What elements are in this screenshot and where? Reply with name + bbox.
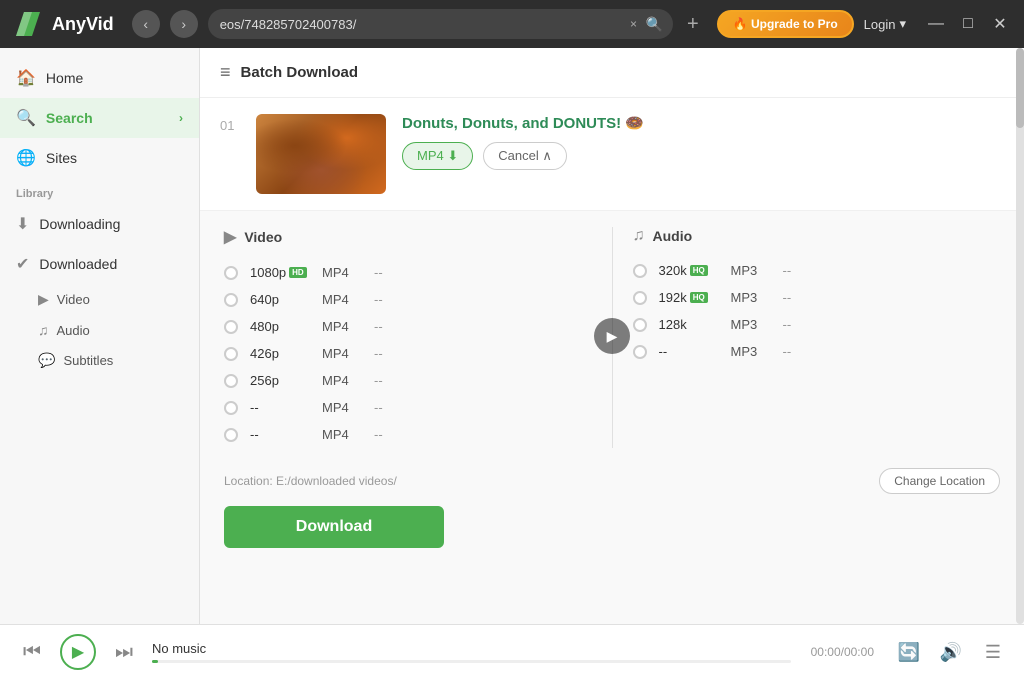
video-thumbnail: ▶ <box>256 114 386 194</box>
play-button[interactable]: ▶ <box>60 634 96 670</box>
url-container: eos/748285702400783/ × 🔍 <box>208 9 673 39</box>
player-title: No music <box>152 641 791 656</box>
library-divider: Library <box>0 178 199 204</box>
sidebar-subtitles-label: Subtitles <box>63 353 113 368</box>
window-controls: — □ ✕ <box>924 12 1012 36</box>
minimize-button[interactable]: — <box>924 12 948 36</box>
content-area: ≡ Batch Download 01 ▶ Donuts, Donuts, an… <box>200 48 1024 624</box>
sidebar-audio-label: Audio <box>57 323 90 338</box>
scrollbar[interactable] <box>1016 48 1024 624</box>
main-layout: 🏠 Home 🔍 Search › 🌐 Sites Library ⬇ Down… <box>0 48 1024 624</box>
video-icon: ▶ <box>38 291 49 308</box>
search-sidebar-icon: 🔍 <box>16 108 36 128</box>
play-overlay: ▶ <box>200 48 1024 624</box>
sidebar-downloaded-label: Downloaded <box>39 256 117 272</box>
add-tab-button[interactable]: + <box>687 13 699 36</box>
volume-button[interactable]: 🔊 <box>936 637 966 667</box>
sidebar-item-downloaded[interactable]: ✔ Downloaded <box>0 244 199 284</box>
sidebar-sub-audio[interactable]: ♫ Audio <box>0 315 199 345</box>
sidebar-item-home[interactable]: 🏠 Home <box>0 58 199 98</box>
logo-icon <box>12 8 44 40</box>
sidebar-item-sites[interactable]: 🌐 Sites <box>0 138 199 178</box>
app-name: AnyVid <box>52 14 114 35</box>
downloading-icon: ⬇ <box>16 214 29 234</box>
maximize-button[interactable]: □ <box>956 12 980 36</box>
url-display: eos/748285702400783/ <box>208 9 673 39</box>
titlebar: AnyVid ‹ › eos/748285702400783/ × 🔍 + 🔥 … <box>0 0 1024 48</box>
home-icon: 🏠 <box>16 68 36 88</box>
sidebar-downloading-label: Downloading <box>39 216 120 232</box>
player-time: 00:00/00:00 <box>811 645 874 659</box>
search-icon[interactable]: 🔍 <box>646 16 663 33</box>
downloaded-icon: ✔ <box>16 254 29 274</box>
login-button[interactable]: Login ▾ <box>864 16 906 32</box>
playlist-button[interactable]: ☰ <box>978 637 1008 667</box>
back-button[interactable]: ‹ <box>132 10 160 38</box>
sidebar: 🏠 Home 🔍 Search › 🌐 Sites Library ⬇ Down… <box>0 48 200 624</box>
sidebar-video-label: Video <box>57 292 90 307</box>
chevron-right-icon: › <box>179 111 183 125</box>
play-circle: ▶ <box>594 318 630 354</box>
close-button[interactable]: ✕ <box>988 12 1012 36</box>
next-button[interactable]: ⏭ <box>108 636 140 668</box>
prev-button[interactable]: ⏮ <box>16 636 48 668</box>
upgrade-button[interactable]: 🔥 Upgrade to Pro <box>717 10 854 38</box>
close-tab-icon[interactable]: × <box>630 17 637 31</box>
sidebar-sub-subtitles[interactable]: 💬 Subtitles <box>0 345 199 376</box>
sidebar-home-label: Home <box>46 70 83 86</box>
subtitles-icon: 💬 <box>38 352 55 369</box>
audio-icon: ♫ <box>38 322 49 338</box>
repeat-button[interactable]: 🔄 <box>894 637 924 667</box>
scrollbar-thumb[interactable] <box>1016 48 1024 128</box>
sidebar-search-label: Search <box>46 110 93 126</box>
app-logo: AnyVid <box>12 8 114 40</box>
forward-button[interactable]: › <box>170 10 198 38</box>
sidebar-sub-video[interactable]: ▶ Video <box>0 284 199 315</box>
sidebar-item-search[interactable]: 🔍 Search › <box>0 98 199 138</box>
sidebar-item-downloading[interactable]: ⬇ Downloading <box>0 204 199 244</box>
video-card: 01 ▶ Donuts, Donuts, and DONUTS! 🍩 MP4 ⬇… <box>200 98 1024 211</box>
sites-icon: 🌐 <box>16 148 36 168</box>
player-bar: ⏮ ▶ ⏭ No music 00:00/00:00 🔄 🔊 ☰ <box>0 624 1024 679</box>
sidebar-sites-label: Sites <box>46 150 77 166</box>
